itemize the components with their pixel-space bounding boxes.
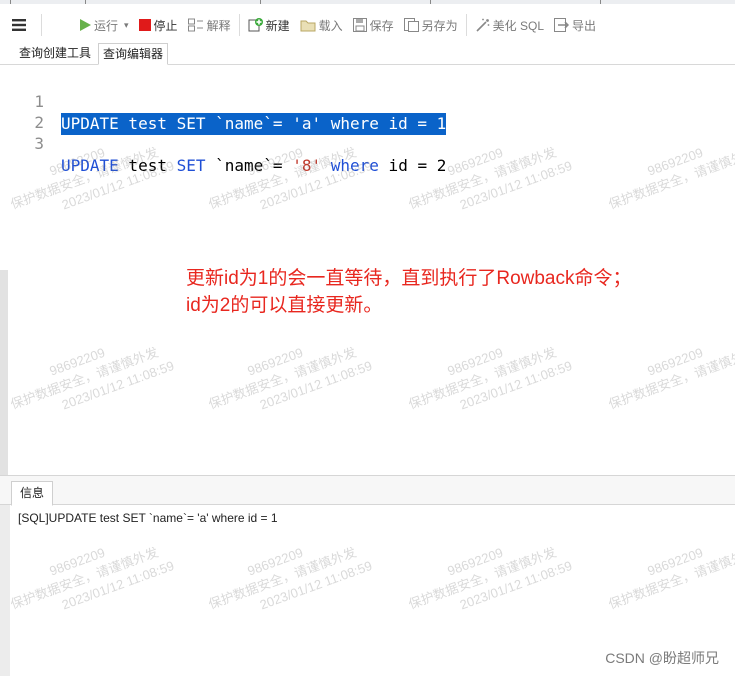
save-icon <box>352 18 367 32</box>
save-as-icon <box>403 18 419 32</box>
save-as-label: 另存为 <box>421 18 458 33</box>
query-subtabs: 查询创建工具 查询编辑器 <box>0 42 735 65</box>
keyword-set: SET <box>176 156 206 175</box>
csdn-credit: CSDN @盼超师兄 <box>605 650 719 666</box>
code-plain: `name`= <box>205 156 293 175</box>
window-tab-strip <box>0 0 735 4</box>
keyword-where: where <box>330 156 379 175</box>
new-button[interactable]: 新建 <box>243 12 295 38</box>
beautify-sql-label: 美化 SQL <box>492 18 544 33</box>
stop-icon <box>138 19 151 31</box>
string-literal: '8' <box>292 156 322 175</box>
annotation-line-1: 更新id为1的会一直等待，直到执行了Rowback命令； <box>186 268 632 289</box>
stop-label: 停止 <box>153 18 178 33</box>
play-icon <box>80 19 91 31</box>
sql-editor[interactable]: 1 UPDATE test SET `name`= 'a' where id =… <box>0 65 735 475</box>
code-plain: id = 2 <box>378 156 447 175</box>
line-number: 3 <box>34 134 44 153</box>
panel-left-strip <box>0 505 10 676</box>
separator <box>465 14 467 36</box>
editor-scrollbar[interactable] <box>0 270 8 475</box>
selected-code[interactable]: UPDATE test SET `name`= 'a' where id = 1 <box>61 113 447 135</box>
keyword-update: UPDATE <box>61 156 119 175</box>
annotation-line-2: id为2的可以直接更新。 <box>186 295 383 316</box>
hamburger-icon <box>12 19 26 31</box>
load-button[interactable]: 载入 <box>295 12 348 38</box>
editor-line: 2 <box>0 90 44 132</box>
stop-button[interactable]: 停止 <box>134 12 183 38</box>
explain-button[interactable]: 解释 <box>183 12 236 38</box>
chevron-down-icon[interactable]: ▾ <box>124 20 129 31</box>
separator <box>238 14 240 36</box>
export-icon <box>554 18 569 32</box>
explain-label: 解释 <box>206 18 231 33</box>
folder-icon <box>300 20 316 31</box>
run-label: 运行 <box>94 18 119 33</box>
save-label: 保存 <box>369 18 394 33</box>
save-as-button[interactable]: 另存为 <box>399 12 463 38</box>
export-button[interactable]: 导出 <box>549 12 601 38</box>
magic-wand-icon <box>476 18 490 32</box>
beautify-sql-button[interactable]: 美化 SQL <box>470 12 549 38</box>
tab-info[interactable]: 信息 <box>11 481 54 506</box>
tab-query-builder[interactable]: 查询创建工具 <box>15 43 95 63</box>
toolbar: 运行 ▾ 停止 解释 新建 载入 保存 另存为 美化 SQL 导出 <box>0 8 735 42</box>
run-button[interactable]: 运行 ▾ <box>45 12 134 38</box>
message-panel: 信息 [SQL]UPDATE test SET `name`= 'a' wher… <box>0 475 735 677</box>
separator <box>41 14 42 36</box>
tab-query-editor[interactable]: 查询编辑器 <box>98 43 169 65</box>
load-label: 载入 <box>318 18 343 33</box>
export-label: 导出 <box>572 18 597 33</box>
editor-line: 1 UPDATE test SET `name`= 'a' where id =… <box>0 69 447 135</box>
panel-tabs: 信息 <box>0 476 735 506</box>
save-button[interactable]: 保存 <box>348 12 399 38</box>
explain-icon <box>187 18 203 32</box>
annotation-note: 更新id为1的会一直等待，直到执行了Rowback命令； id为2的可以直接更新… <box>186 265 706 319</box>
new-query-icon <box>248 18 263 32</box>
new-label: 新建 <box>265 18 290 33</box>
info-message: [SQL]UPDATE test SET `name`= 'a' where i… <box>18 511 278 525</box>
code-plain <box>321 156 331 175</box>
menu-button[interactable] <box>0 8 38 42</box>
editor-line: 3 UPDATE test SET `name`= '8' where id =… <box>0 111 446 175</box>
code-plain: test <box>118 156 177 175</box>
code-text[interactable]: UPDATE test SET `name`= '8' where id = 2 <box>61 155 446 177</box>
